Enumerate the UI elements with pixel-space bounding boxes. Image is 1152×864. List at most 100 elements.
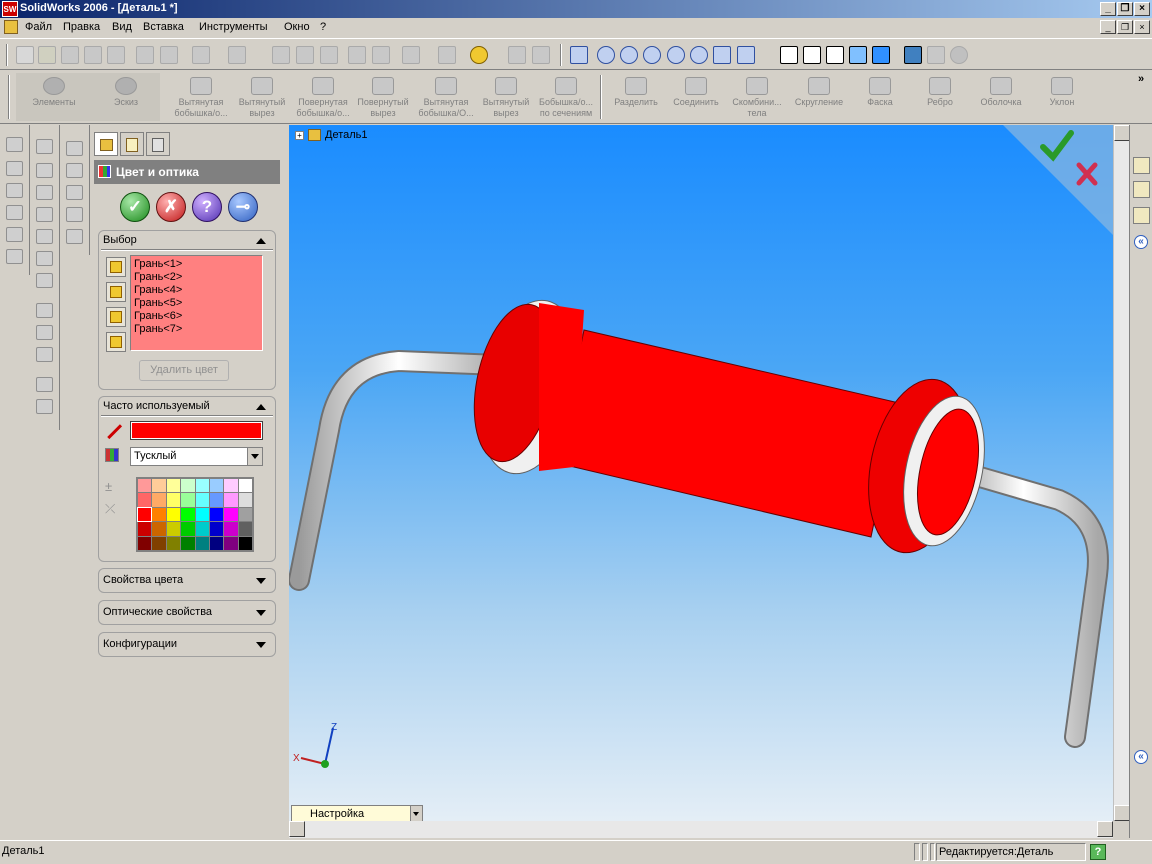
- menu-edit[interactable]: Правка: [63, 21, 100, 33]
- color-swatch[interactable]: [195, 522, 209, 536]
- tool-icon[interactable]: [6, 161, 23, 176]
- expand-icon[interactable]: [256, 578, 266, 584]
- cm-combine[interactable]: Скомбини... тела: [728, 73, 786, 121]
- color-swatch[interactable]: [195, 507, 209, 522]
- scroll-left-icon[interactable]: [289, 821, 305, 837]
- section-view-icon[interactable]: [927, 46, 945, 64]
- ok-button[interactable]: ✓: [120, 192, 150, 222]
- realview-icon[interactable]: [950, 46, 968, 64]
- cm-extruded-cut[interactable]: Вытянутый вырез: [234, 73, 290, 121]
- tool-icon[interactable]: [36, 303, 53, 318]
- graphics-area[interactable]: + Деталь1 Z X Настройка: [289, 125, 1113, 821]
- menu-view[interactable]: Вид: [112, 21, 132, 33]
- scroll-up-icon[interactable]: [1114, 125, 1130, 141]
- print-icon[interactable]: [84, 46, 102, 64]
- zoom-area-icon[interactable]: [620, 46, 638, 64]
- color-swatch[interactable]: [209, 536, 224, 550]
- zoom-selection-icon[interactable]: [667, 46, 685, 64]
- finish-select[interactable]: Тусклый: [130, 447, 263, 466]
- cm-shell[interactable]: Оболочка: [972, 73, 1030, 121]
- tool-icon[interactable]: [6, 227, 23, 242]
- table-icon[interactable]: [372, 46, 390, 64]
- help-icon[interactable]: [470, 46, 488, 64]
- remove-color-button[interactable]: Удалить цвет: [139, 360, 229, 381]
- tool-icon[interactable]: [36, 139, 53, 154]
- color-swatch[interactable]: [152, 493, 166, 507]
- library-icon[interactable]: [1133, 181, 1150, 198]
- tool-icon[interactable]: [66, 207, 83, 222]
- list-item[interactable]: Грань<1>: [134, 258, 262, 271]
- minimize-icon[interactable]: _: [1100, 2, 1116, 16]
- shadows-icon[interactable]: [904, 46, 922, 64]
- open-icon[interactable]: [38, 46, 56, 64]
- tool-icon[interactable]: [6, 205, 23, 220]
- cm-draft[interactable]: Уклон: [1034, 73, 1090, 121]
- color-swatch[interactable]: [138, 493, 152, 507]
- color-swatch[interactable]: [195, 479, 209, 493]
- hidden-lines-removed-icon[interactable]: [826, 46, 844, 64]
- color-swatch[interactable]: [195, 493, 209, 507]
- list-item[interactable]: Грань<6>: [134, 310, 262, 323]
- cm-swept-cut[interactable]: Вытянутый вырез: [478, 73, 534, 121]
- scroll-down-icon[interactable]: [1114, 805, 1130, 821]
- color-swatch[interactable]: [166, 507, 181, 522]
- tool-icon[interactable]: [36, 377, 53, 392]
- restore-icon[interactable]: ❐: [1117, 2, 1133, 16]
- color-palette-icon[interactable]: [105, 448, 119, 462]
- cm-sketch-tab[interactable]: Эскиз: [92, 73, 160, 121]
- help-button[interactable]: ?: [192, 192, 222, 222]
- standard-views-icon[interactable]: [737, 46, 755, 64]
- selected-faces-list[interactable]: Грань<1> Грань<2> Грань<4> Грань<5> Гран…: [130, 255, 263, 351]
- grid-icon[interactable]: [348, 46, 366, 64]
- menu-file[interactable]: Файл: [25, 21, 52, 33]
- cm-fillet[interactable]: Скругление: [788, 73, 850, 121]
- expand-pane-icon[interactable]: «: [1134, 235, 1148, 249]
- cm-lofted-boss[interactable]: Бобышка/о... по сечениям: [536, 73, 596, 121]
- home-icon[interactable]: [1133, 157, 1150, 174]
- tool-icon[interactable]: [36, 229, 53, 244]
- color-swatch[interactable]: [181, 479, 195, 493]
- color-swatch[interactable]: [238, 536, 252, 550]
- configuration-manager-tab[interactable]: [146, 132, 170, 156]
- tool-icon[interactable]: [6, 183, 23, 198]
- search-icon[interactable]: [1133, 207, 1150, 224]
- color-swatch[interactable]: [209, 507, 224, 522]
- color-swatch[interactable]: [166, 522, 181, 536]
- quick-tips-icon[interactable]: ?: [1090, 844, 1106, 860]
- property-manager-tab[interactable]: [120, 132, 144, 156]
- color-swatch[interactable]: [181, 536, 195, 550]
- tool-icon[interactable]: [36, 251, 53, 266]
- tool-icon[interactable]: [66, 163, 83, 178]
- color-swatch[interactable]: [152, 507, 166, 522]
- rotate-icon[interactable]: [690, 46, 708, 64]
- pin-button[interactable]: ⊸: [228, 192, 258, 222]
- cm-features-tab[interactable]: Элементы: [16, 73, 92, 121]
- print-preview-icon[interactable]: [107, 46, 125, 64]
- color-swatch[interactable]: [209, 522, 224, 536]
- color-swatch[interactable]: [136, 506, 153, 523]
- cm-swept-boss[interactable]: Вытянутая бобышка/О...: [414, 73, 478, 121]
- color-swatch[interactable]: [138, 536, 152, 550]
- solidworks-menu-icon[interactable]: [4, 20, 18, 34]
- cut-icon[interactable]: [136, 46, 154, 64]
- cm-split[interactable]: Разделить: [608, 73, 664, 121]
- menu-help[interactable]: ?: [320, 21, 326, 33]
- list-item[interactable]: Грань<7>: [134, 323, 262, 336]
- shaded-with-edges-icon[interactable]: [849, 46, 867, 64]
- dropdown-arrow-icon[interactable]: [247, 448, 262, 465]
- select-features-icon[interactable]: [106, 282, 126, 302]
- color-swatch[interactable]: [224, 493, 238, 507]
- tool-icon[interactable]: [6, 137, 23, 152]
- eyedropper-icon[interactable]: [107, 424, 123, 440]
- current-color-swatch[interactable]: [130, 421, 263, 440]
- select-faces-icon[interactable]: [106, 257, 126, 277]
- cm-revolved-cut[interactable]: Повернутый вырез: [354, 73, 412, 121]
- more-chevron-icon[interactable]: »: [1138, 73, 1144, 85]
- color-swatch[interactable]: [138, 479, 152, 493]
- tool-icon[interactable]: [66, 185, 83, 200]
- color-swatch[interactable]: [138, 522, 152, 536]
- tool-icon[interactable]: [36, 347, 53, 362]
- cancel-button[interactable]: ✗: [156, 192, 186, 222]
- color-swatch[interactable]: [152, 479, 166, 493]
- expand-icon[interactable]: [256, 642, 266, 648]
